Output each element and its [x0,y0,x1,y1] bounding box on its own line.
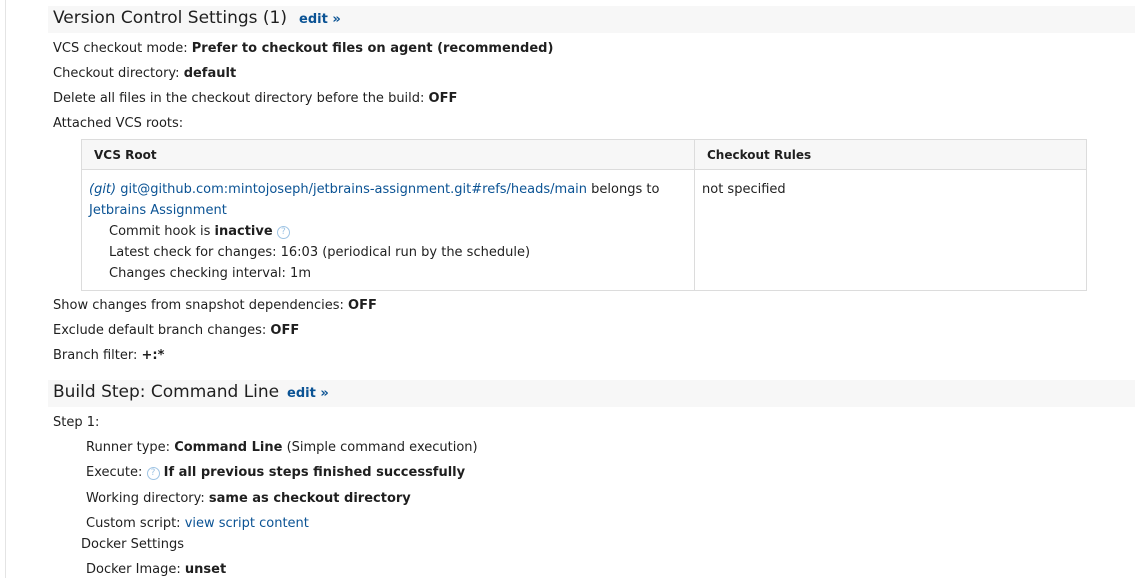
exclude-row: Exclude default branch changes: OFF [53,322,299,340]
vcs-root-url-link[interactable]: git@github.com:mintojoseph/jetbrains-ass… [120,182,587,197]
vcs-section-title: Version Control Settings (1) [53,8,287,28]
help-circle-icon[interactable]: ? [276,226,290,239]
latest-check-row: Latest check for changes: 16:03 (periodi… [109,245,531,260]
docker-image-label: Docker Image: [86,562,185,577]
checkout-dir-row: Checkout directory: default [53,65,236,83]
vcs-root-line: (git) git@github.com:mintojoseph/jetbrai… [89,179,687,200]
project-line: Jetbrains Assignment [89,200,687,221]
docker-settings-label: Docker Settings [81,537,184,552]
commit-hook-value: inactive [214,224,273,239]
script-label: Custom script: [86,516,185,531]
view-script-link[interactable]: view script content [185,516,309,531]
vcs-root-cell: (git) git@github.com:mintojoseph/jetbrai… [81,169,695,291]
delete-files-row: Delete all files in the checkout directo… [53,90,457,108]
execute-value: If all previous steps finished successfu… [163,465,466,480]
checkout-rules-cell: not specified [694,169,1087,291]
checkout-mode-row: VCS checkout mode: Prefer to checkout fi… [53,40,553,58]
snapshot-row: Show changes from snapshot dependencies:… [53,297,377,315]
checkout-mode-label: VCS checkout mode: [53,41,192,56]
vcs-table-header-row: VCS Root Checkout Rules [81,139,1087,170]
checkout-dir-label: Checkout directory: [53,66,184,81]
attached-roots-label: Attached VCS roots: [53,116,184,131]
vcs-root-type[interactable]: (git) [89,182,116,197]
vcs-section-header: Version Control Settings (1) edit » [48,6,1135,33]
branch-filter-value: +:* [141,348,165,363]
exclude-label: Exclude default branch changes: [53,323,271,338]
workdir-value: same as checkout directory [208,491,411,506]
help-circle-icon[interactable]: ? [146,467,160,480]
checkout-mode-value: Prefer to checkout files on agent (recom… [191,41,554,56]
delete-files-value: OFF [428,91,458,106]
commit-hook-label: Commit hook is [109,224,215,239]
runner-type-row: Runner type: Command Line (Simple comman… [86,439,478,457]
branch-filter-row: Branch filter: +:* [53,347,164,365]
custom-script-row: Custom script: view script content [86,515,309,533]
vcs-edit-link[interactable]: edit » [299,12,341,27]
vcs-roots-table: VCS Root Checkout Rules (git) git@github… [81,139,1087,291]
runner-value: Command Line [174,440,283,455]
delete-files-label: Delete all files in the checkout directo… [53,91,429,106]
runner-label: Runner type: [86,440,175,455]
snapshot-value: OFF [348,298,377,313]
build-step-edit-link[interactable]: edit » [287,386,329,401]
build-step-title: Build Step: Command Line [53,382,280,402]
interval-row: Changes checking interval: 1m [109,266,311,281]
docker-image-row: Docker Image: unset [86,561,226,579]
exclude-value: OFF [270,323,300,338]
belongs-to-text: belongs to [587,182,660,197]
snapshot-label: Show changes from snapshot dependencies: [53,298,349,313]
workdir-row: Working directory: same as checkout dire… [86,490,411,508]
execute-label: Execute: [86,465,147,480]
project-link[interactable]: Jetbrains Assignment [89,203,227,218]
col-header-checkout-rules: Checkout Rules [694,139,1087,170]
workdir-label: Working directory: [86,491,209,506]
col-header-vcs-root: VCS Root [81,139,695,170]
branch-filter-label: Branch filter: [53,348,142,363]
checkout-dir-value: default [183,66,237,81]
docker-image-value: unset [184,562,227,577]
runner-desc: (Simple command execution) [282,440,478,455]
page-left-border [5,0,6,578]
table-row: (git) git@github.com:mintojoseph/jetbrai… [81,169,1087,291]
commit-hook-row: Commit hook is inactive ? [89,221,687,242]
build-step-header: Build Step: Command Line edit » [48,380,1135,407]
execute-row: Execute: ? If all previous steps finishe… [86,464,465,482]
step-label: Step 1: [53,415,100,430]
